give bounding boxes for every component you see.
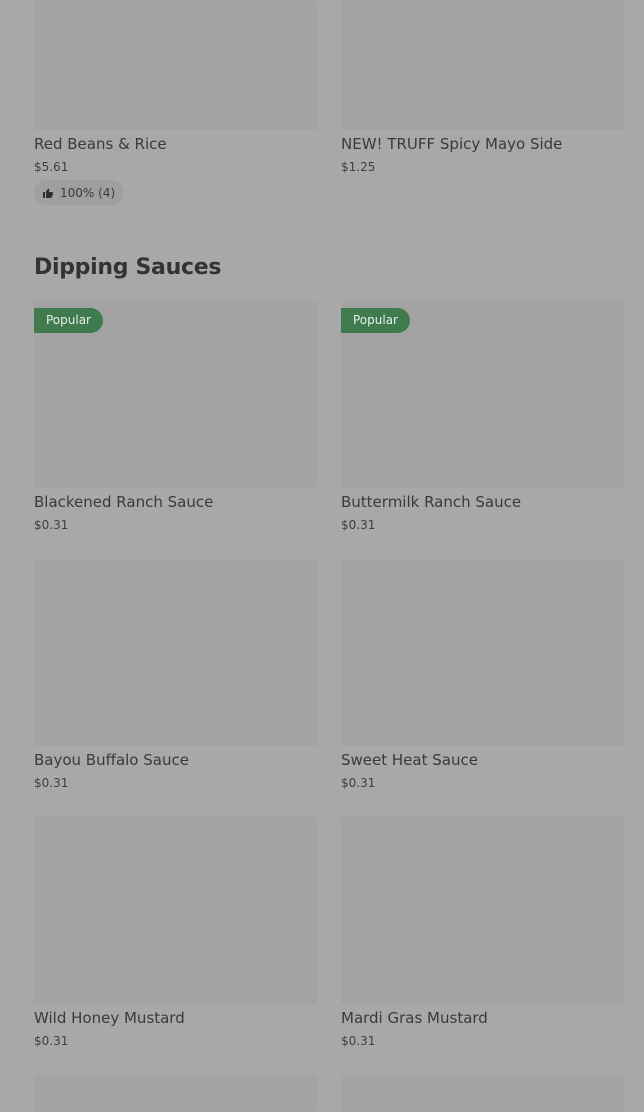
menu-item-card[interactable]: Sweet Heat Sauce $0.31	[341, 559, 624, 790]
menu-item-price: $0.31	[341, 1034, 376, 1048]
menu-item-image[interactable]	[34, 0, 317, 130]
menu-item-image[interactable]	[34, 817, 317, 1004]
rating-badge: 100% (4)	[34, 180, 125, 205]
menu-item-image[interactable]	[34, 559, 317, 746]
rating-text: 100% (4)	[60, 185, 116, 200]
menu-item-price: $0.31	[341, 518, 376, 532]
menu-item-price: $0.31	[34, 776, 69, 790]
menu-item-price: $0.31	[34, 518, 69, 532]
menu-item-name: Sweet Heat Sauce	[341, 751, 478, 769]
menu-item-price: $0.31	[34, 1034, 69, 1048]
menu-item-price: $5.61	[34, 160, 69, 174]
menu-item-image[interactable]: Popular	[341, 301, 624, 488]
menu-item-card[interactable]: Bayou Buffalo Sauce $0.31	[34, 559, 317, 790]
menu-item-card[interactable]: Mardi Gras Mustard $0.31	[341, 817, 624, 1048]
menu-item-image[interactable]	[341, 1075, 624, 1112]
menu-page: Red Beans & Rice $5.61 100% (4) NEW! TRU…	[0, 0, 644, 1112]
menu-item-name: Red Beans & Rice	[34, 135, 167, 153]
thumbs-up-icon	[42, 187, 54, 199]
menu-item-name: Buttermilk Ranch Sauce	[341, 493, 522, 511]
menu-item-image[interactable]: Popular	[34, 301, 317, 488]
menu-item-card[interactable]	[34, 1075, 317, 1112]
menu-item-image[interactable]	[341, 0, 624, 130]
menu-item-name: NEW! TRUFF Spicy Mayo Side	[341, 135, 563, 153]
menu-item-image[interactable]	[34, 1075, 317, 1112]
menu-item-image[interactable]	[341, 559, 624, 746]
section-title: Dipping Sauces	[34, 255, 222, 280]
menu-item-card[interactable]: Popular Buttermilk Ranch Sauce $0.31	[341, 301, 624, 532]
menu-item-name: Blackened Ranch Sauce	[34, 493, 214, 511]
menu-item-card[interactable]: NEW! TRUFF Spicy Mayo Side $1.25	[341, 0, 624, 174]
popular-badge: Popular	[34, 308, 103, 333]
menu-item-price: $1.25	[341, 160, 376, 174]
popular-badge: Popular	[341, 308, 410, 333]
menu-item-name: Bayou Buffalo Sauce	[34, 751, 189, 769]
menu-item-card[interactable]: Wild Honey Mustard $0.31	[34, 817, 317, 1048]
menu-item-price: $0.31	[341, 776, 376, 790]
menu-item-card[interactable]: Popular Blackened Ranch Sauce $0.31	[34, 301, 317, 532]
menu-item-card[interactable]	[341, 1075, 624, 1112]
menu-item-image[interactable]	[341, 817, 624, 1004]
menu-item-name: Mardi Gras Mustard	[341, 1009, 488, 1027]
menu-item-name: Wild Honey Mustard	[34, 1009, 185, 1027]
menu-item-card[interactable]: Red Beans & Rice $5.61	[34, 0, 317, 174]
